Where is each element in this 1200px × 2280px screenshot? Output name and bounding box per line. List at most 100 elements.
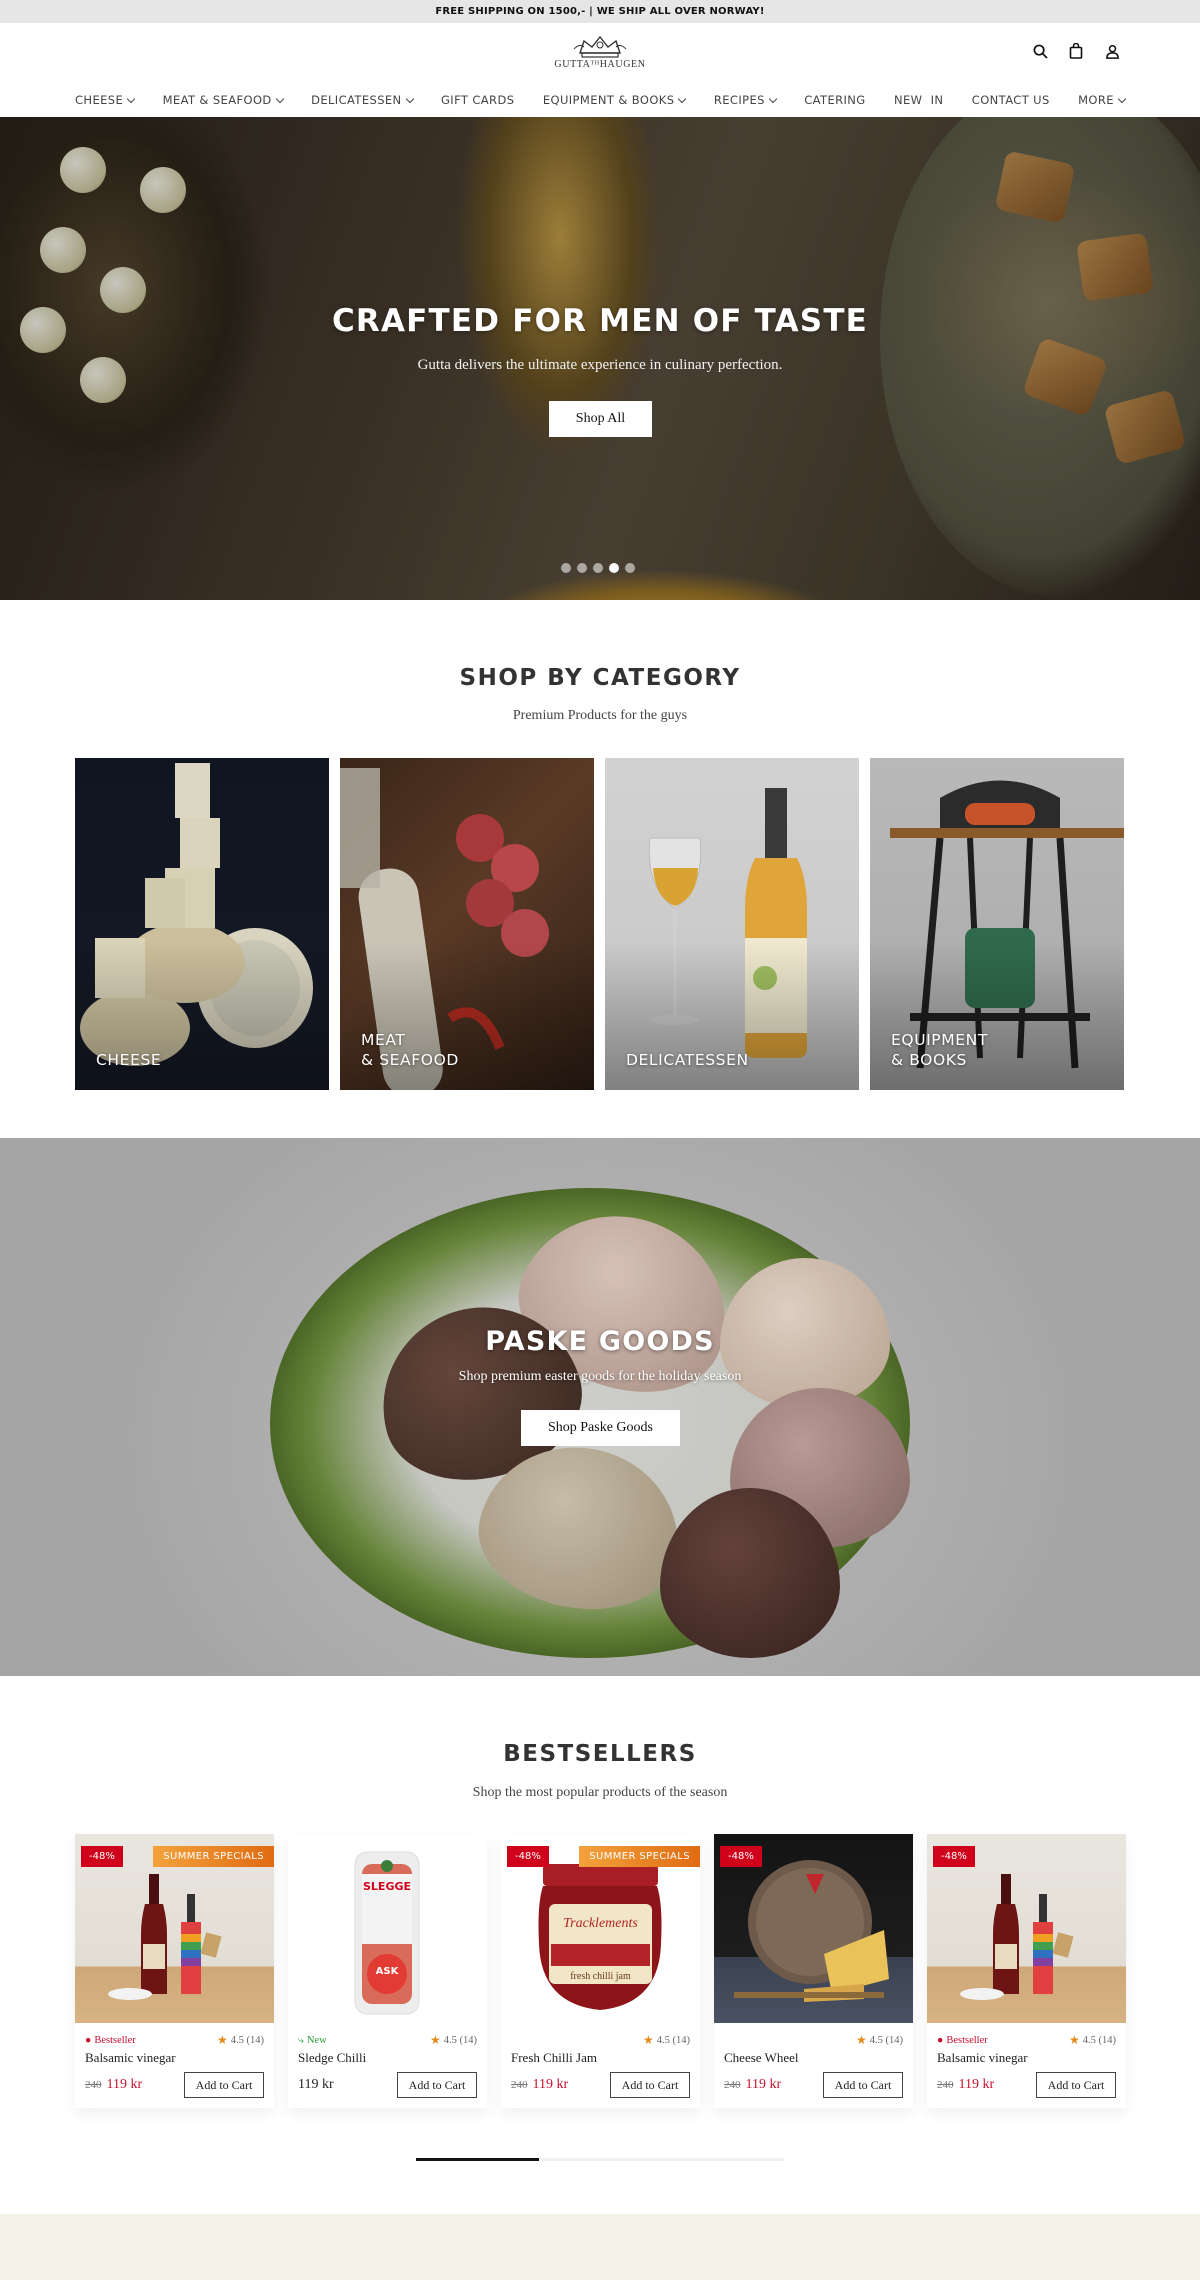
discount-badge: -48% — [933, 1846, 975, 1867]
carousel-scrollbar[interactable] — [416, 2158, 784, 2161]
slider-dot[interactable] — [561, 563, 571, 573]
discount-badge: -48% — [507, 1846, 549, 1867]
bestsellers-subtitle: Shop the most popular products of the se… — [472, 1785, 728, 1800]
nav-item-contact-us[interactable]: CONTACT US — [972, 93, 1050, 107]
product-carousel: -48% SUMMER SPECIALS ● Bestseller ★ 4.5 (1… — [75, 1834, 1126, 2114]
bag-icon[interactable] — [1068, 43, 1084, 59]
chevron-down-icon — [768, 94, 778, 103]
hero-banner: CRAFTED FOR MEN OF TASTE Gutta delivers … — [0, 117, 1200, 600]
product-name[interactable]: Fresh Chilli Jam — [511, 2050, 597, 2066]
hero-title: CRAFTED FOR MEN OF TASTE — [331, 303, 869, 339]
slider-dot[interactable] — [577, 563, 587, 573]
product-image[interactable]: -48% — [714, 1834, 913, 2023]
nav-label: CATERING — [804, 93, 866, 107]
nav-label: MEAT & SEAFOOD — [162, 93, 272, 107]
slider-dot[interactable] — [593, 563, 603, 573]
shop-all-button[interactable]: Shop All — [549, 401, 652, 437]
sledge-pack-label: SLEGGE — [363, 1880, 412, 1893]
nav-label: GIFT CARDS — [440, 93, 515, 107]
price: 119 kr — [298, 2077, 334, 2093]
nav-label: CONTACT US — [971, 93, 1050, 107]
fire-icon: ● — [937, 2035, 944, 2046]
announcement-bar: FREE SHIPPING ON 1500,- | WE SHIP ALL OV… — [0, 0, 1200, 23]
crest-icon — [573, 35, 627, 58]
jam-brand-label: Tracklements — [563, 1916, 638, 1931]
category-card-cheese[interactable]: CHEESE — [75, 758, 329, 1090]
product-name[interactable]: Cheese Wheel — [724, 2050, 798, 2066]
nav-label: NEW IN — [894, 93, 944, 107]
product-image[interactable]: -48% SUMMER SPECIALS — [75, 1834, 274, 2023]
easter-banner: PASKE GOODS Shop premium easter goods fo… — [0, 1138, 1200, 1676]
add-to-cart-button[interactable]: Add to Cart — [1036, 2072, 1116, 2098]
carousel-scrollbar-thumb[interactable] — [416, 2158, 539, 2161]
old-price: 240 — [937, 2079, 954, 2091]
nav-item-delicatessen[interactable]: DELICATESSEN — [311, 93, 414, 107]
slider-dot[interactable] — [609, 563, 619, 573]
nav-label: RECIPES — [713, 93, 765, 107]
bestsellers-title: BESTSELLERS — [503, 1741, 697, 1767]
product-name[interactable]: Sledge Chilli — [298, 2050, 366, 2066]
product-card[interactable]: -48% SUMMER SPECIALS ● Bestseller ★ 4.5 (1… — [75, 1834, 274, 2108]
shop-paske-goods-button[interactable]: Shop Paske Goods — [521, 1410, 680, 1446]
product-image[interactable]: SLEGGE ASK — [288, 1834, 487, 2023]
product-card[interactable]: Tracklements fresh chilli jam -48% SUMME… — [501, 1834, 700, 2108]
rating: ★ 4.5 (14) — [216, 2033, 264, 2047]
old-price: 240 — [85, 2079, 102, 2091]
category-card-meat-seafood[interactable]: MEAT & SEAFOOD — [340, 758, 594, 1090]
nav-item-new-in[interactable]: NEW IN — [894, 93, 943, 107]
bolt-icon: ⤷ — [298, 2034, 304, 2046]
nav-item-catering[interactable]: CATERING — [804, 93, 865, 107]
nav-label: MORE — [1078, 93, 1114, 107]
user-icon[interactable] — [1104, 43, 1120, 59]
price: 240 119 kr — [937, 2077, 994, 2093]
new-tag: ⤷ New — [298, 2034, 327, 2047]
bestseller-tag: ● Bestseller — [937, 2035, 988, 2046]
product-card[interactable]: SLEGGE ASK ⤷ New ★ 4.5 (14) Sledge Chilli … — [288, 1834, 487, 2108]
footer-band — [0, 2214, 1200, 2280]
add-to-cart-button[interactable]: Add to Cart — [397, 2072, 477, 2098]
add-to-cart-button[interactable]: Add to Cart — [610, 2072, 690, 2098]
sale-price: 119 kr — [106, 2077, 143, 2092]
nav-item-gift-cards[interactable]: GIFT CARDS — [441, 93, 514, 107]
chevron-down-icon — [126, 94, 136, 103]
add-to-cart-button[interactable]: Add to Cart — [184, 2072, 264, 2098]
easter-subtitle: Shop premium easter goods for the holida… — [458, 1369, 742, 1384]
star-icon: ★ — [216, 2033, 228, 2047]
product-card[interactable]: -48% ● Bestseller ★ 4.5 (14) Balsamic vine… — [927, 1834, 1126, 2108]
category-label: DELICATESSEN — [626, 1051, 749, 1069]
nav-item-recipes[interactable]: RECIPES — [713, 93, 778, 107]
nav-item-more[interactable]: MORE — [1078, 93, 1127, 107]
discount-badge: -48% — [720, 1846, 762, 1867]
sale-price: 119 kr — [745, 2077, 782, 2092]
product-name[interactable]: Balsamic vinegar — [937, 2050, 1028, 2066]
nav-item-cheese[interactable]: CHEESE — [75, 93, 136, 107]
product-name[interactable]: Balsamic vinegar — [85, 2050, 176, 2066]
search-icon[interactable] — [1032, 43, 1048, 59]
nav-item-equipment-books[interactable]: EQUIPMENT & BOOKS — [543, 93, 687, 107]
announcement-text: FREE SHIPPING ON 1500,- | WE SHIP ALL OV… — [435, 6, 765, 17]
product-card[interactable]: -48% ★ 4.5 (14) Cheese Wheel 240 119 kr A… — [714, 1834, 913, 2108]
nav-item-meat-seafood[interactable]: MEAT & SEAFOOD — [162, 93, 284, 107]
category-label: EQUIPMENT & BOOKS — [891, 1031, 988, 1069]
main-nav: CHEESE MEAT & SEAFOOD DELICATESSEN GIFT CAR… — [75, 89, 1127, 111]
sale-price: 119 kr — [532, 2077, 569, 2092]
promo-badge: SUMMER SPECIALS — [153, 1846, 274, 1867]
add-to-cart-button[interactable]: Add to Cart — [823, 2072, 903, 2098]
logo[interactable]: GUTTAᵀᴴHAUGEN — [550, 31, 650, 77]
star-icon: ★ — [1068, 2033, 1080, 2047]
category-card-delicatessen[interactable]: DELICATESSEN — [605, 758, 859, 1090]
price: 240 119 kr — [511, 2077, 568, 2093]
category-card-equipment-books[interactable]: EQUIPMENT & BOOKS — [870, 758, 1124, 1090]
logo-text: GUTTAᵀᴴHAUGEN — [554, 59, 646, 70]
product-image[interactable]: Tracklements fresh chilli jam -48% SUMME… — [501, 1834, 700, 2023]
discount-badge: -48% — [81, 1846, 123, 1867]
slider-dot[interactable] — [625, 563, 635, 573]
price: 240 119 kr — [724, 2077, 781, 2093]
product-image[interactable]: -48% — [927, 1834, 1126, 2023]
category-label: CHEESE — [96, 1051, 162, 1069]
hero-subtitle: Gutta delivers the ultimate experience i… — [417, 357, 783, 373]
nav-label: CHEESE — [75, 93, 124, 107]
jam-sub-label: fresh chilli jam — [570, 1971, 631, 1982]
rating: ★ 4.5 (14) — [855, 2033, 903, 2047]
slider-dots — [561, 563, 635, 573]
